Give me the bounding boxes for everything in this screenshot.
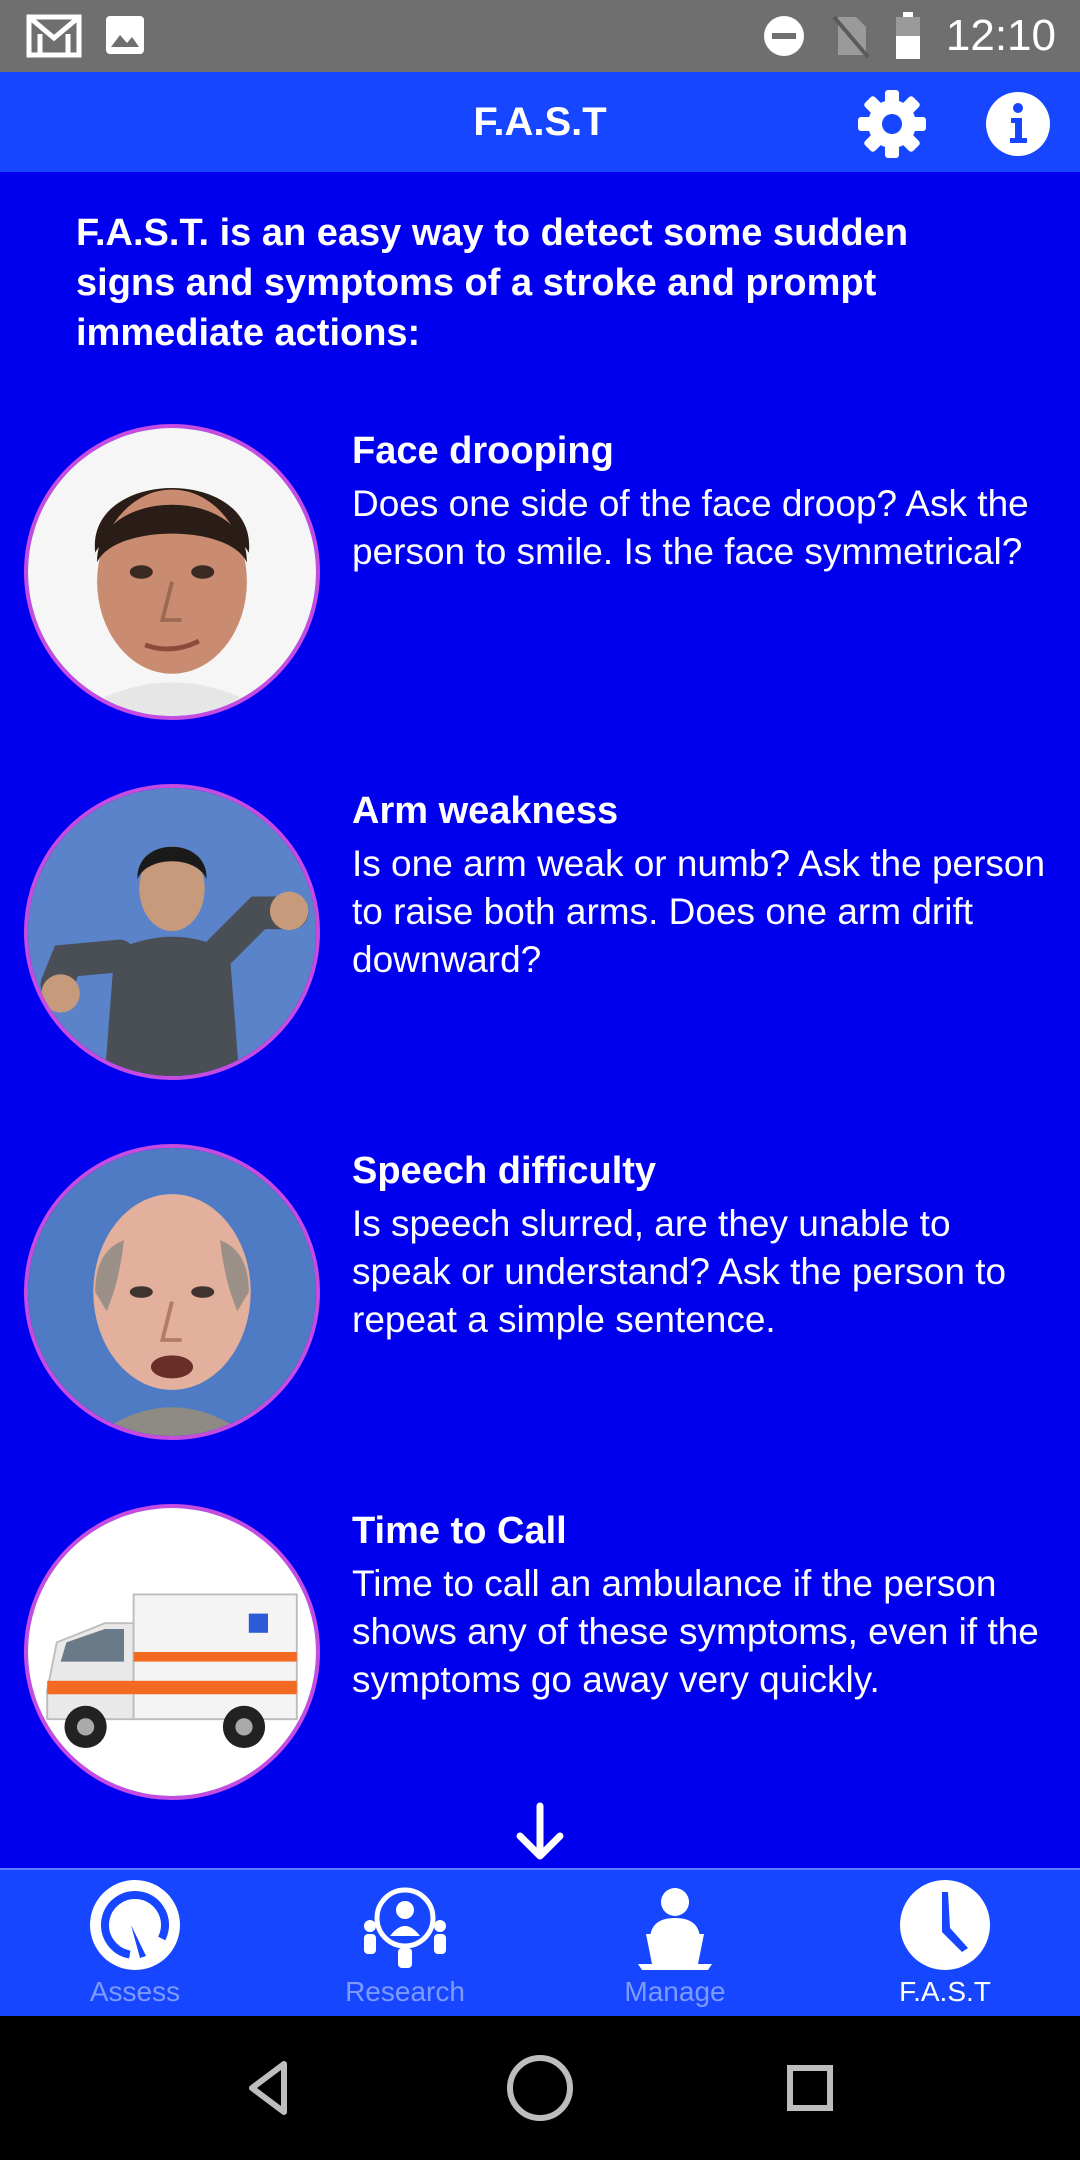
nav-label: F.A.S.T	[899, 1976, 991, 2007]
fast-content[interactable]: F.A.S.T. is an easy way to detect some s…	[0, 172, 1080, 1868]
bottom-nav: Assess Research Manage F.A.S.T	[0, 1868, 1080, 2016]
ambulance-photo	[24, 1504, 320, 1800]
nav-label: Assess	[89, 1976, 181, 2007]
arms-photo	[24, 784, 320, 1080]
item-description: Time to call an ambulance if the person …	[352, 1563, 1039, 1700]
item-description: Is one arm weak or numb? Ask the person …	[352, 843, 1046, 980]
item-description: Does one side of the face droop? Ask the…	[352, 483, 1029, 572]
nav-research[interactable]: Research	[270, 1870, 540, 2018]
status-time: 12:10	[945, 11, 1056, 60]
battery-icon	[895, 12, 920, 59]
info-icon	[986, 92, 1050, 156]
list-item: Arm weakness Is one arm weak or numb? As…	[0, 784, 1080, 1084]
arrow-down-icon[interactable]	[510, 1802, 570, 1862]
speech-photo	[24, 1144, 320, 1440]
nav-fast[interactable]: F.A.S.T	[810, 1870, 1080, 2018]
doctor-laptop-icon	[638, 1888, 712, 1970]
item-title: Time to Call	[352, 1510, 567, 1552]
image-icon	[106, 16, 144, 54]
intro-text: F.A.S.T. is an easy way to detect some s…	[76, 212, 909, 354]
item-title: Face drooping	[352, 430, 614, 472]
item-description: Is speech slurred, are they unable to sp…	[352, 1203, 1007, 1340]
system-nav-bar	[0, 2016, 1080, 2160]
face-photo	[24, 424, 320, 720]
status-bar: 12:10	[0, 0, 1080, 72]
nav-assess[interactable]: Assess	[0, 1870, 270, 2018]
clock-icon	[900, 1880, 990, 1970]
gear-icon	[858, 90, 926, 158]
info-button[interactable]	[982, 88, 1054, 160]
recents-icon[interactable]	[768, 2046, 852, 2130]
nav-manage[interactable]: Manage	[540, 1870, 810, 2018]
item-title: Speech difficulty	[352, 1150, 657, 1192]
gmail-icon	[26, 14, 82, 58]
do-not-disturb-icon	[763, 16, 804, 56]
home-icon[interactable]	[498, 2046, 582, 2130]
nav-label: Manage	[624, 1976, 726, 2007]
list-item: Speech difficulty Is speech slurred, are…	[0, 1144, 1080, 1444]
back-icon[interactable]	[228, 2046, 312, 2130]
nav-label: Research	[345, 1976, 465, 2007]
app-bar: F.A.S.T	[0, 72, 1080, 172]
list-item: Face drooping Does one side of the face …	[0, 424, 1080, 724]
list-item: Time to Call Time to call an ambulance i…	[0, 1504, 1080, 1804]
item-title: Arm weakness	[352, 790, 619, 832]
research-group-icon	[364, 1887, 446, 1968]
no-sim-icon	[832, 15, 870, 59]
gauge-icon	[90, 1880, 180, 1970]
settings-button[interactable]	[856, 88, 928, 160]
